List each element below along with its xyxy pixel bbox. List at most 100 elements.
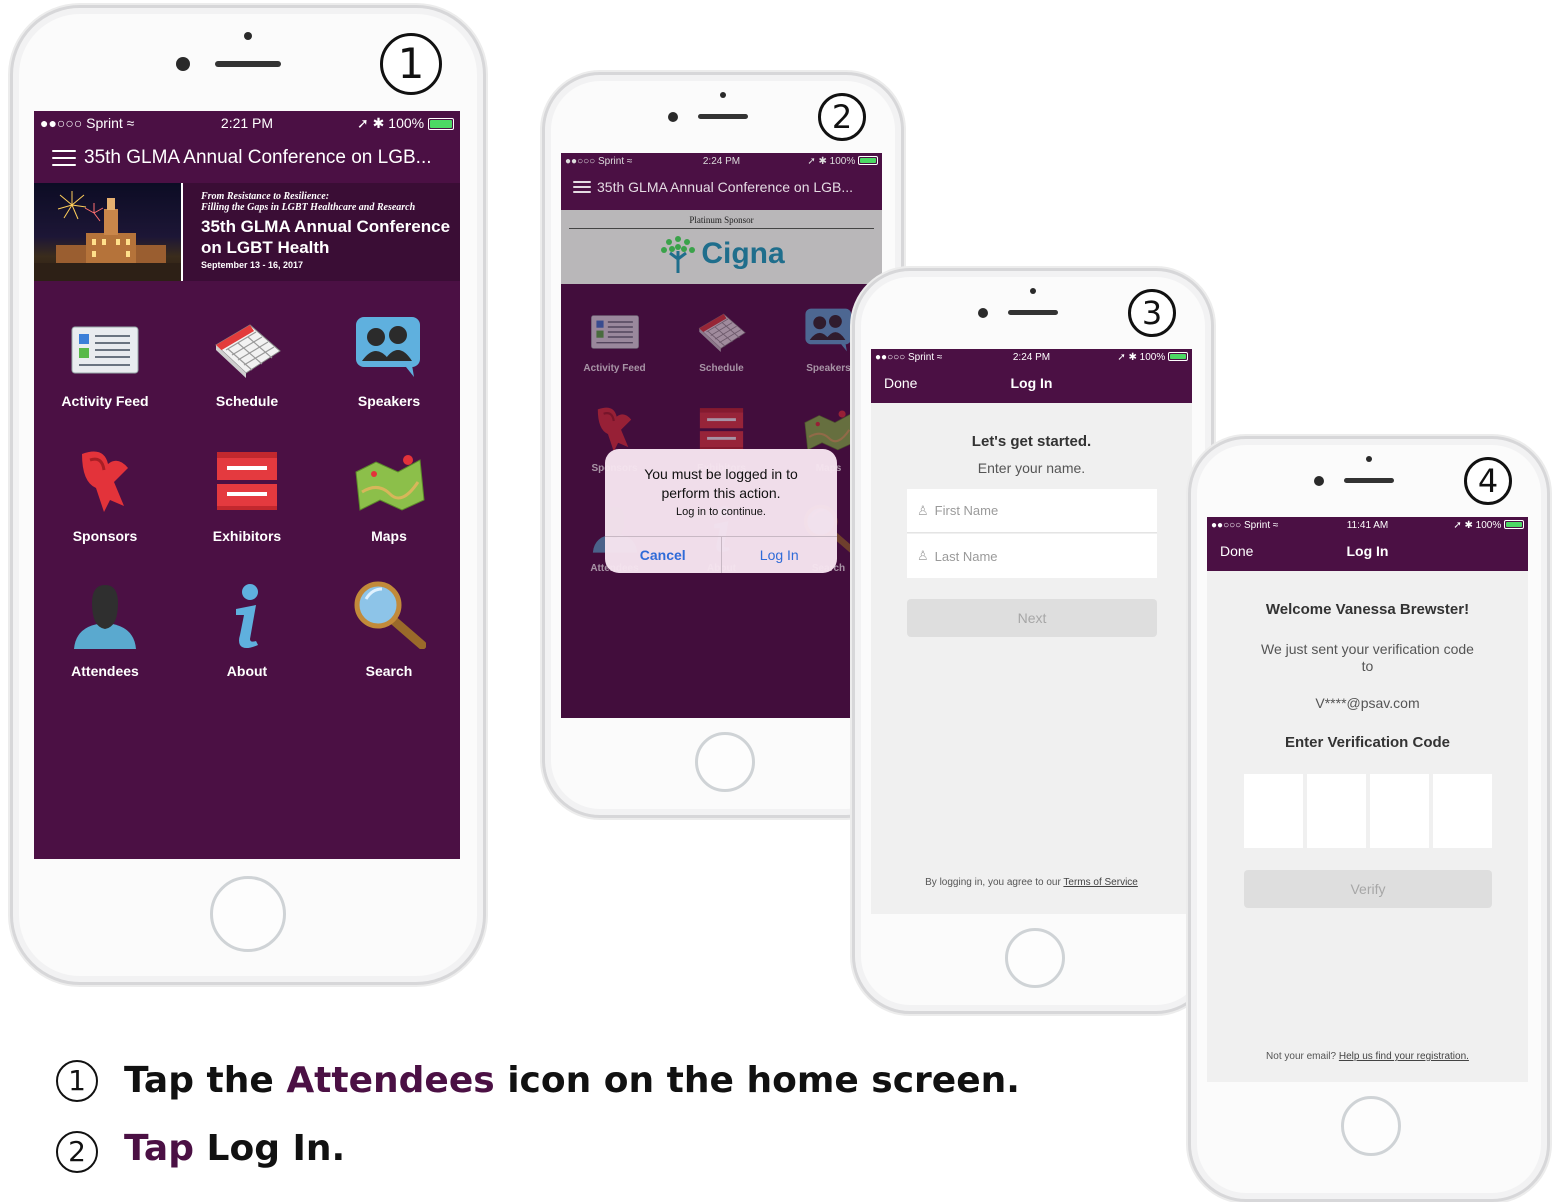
front-camera [1314,476,1324,486]
caption-number-2: 2 [56,1131,98,1173]
caption-2-post: Log In. [193,1128,346,1169]
login-button[interactable]: Log In [722,537,838,573]
alert-message: Log in to continue. [676,506,766,518]
independence-hall-image [34,183,183,281]
caption-1-highlight: Attendees [286,1060,495,1101]
status-bar: ●●○○○ Sprint ≈ 2:24 PM ➚ ✱ 100% [871,349,1192,365]
home-button[interactable] [1341,1096,1401,1156]
alert-buttons: Cancel Log In [605,536,837,573]
banner-tagline-2: Filling the Gaps in LGBT Healthcare and … [201,202,416,213]
terms-of-service-link[interactable]: Terms of Service [1063,877,1137,888]
front-camera [176,57,190,71]
welcome-heading: Welcome Vanessa Brewster! [1265,601,1470,618]
step-number-1: 1 [380,33,442,95]
tile-activity-feed[interactable]: Activity Feed [34,307,176,442]
help-text: Not your email? Help us find your regist… [1207,1051,1528,1062]
tile-label: Exhibitors [212,528,282,544]
banner-title-1: 35th GLMA Annual Conference [201,217,451,236]
login-title: Log In [1010,375,1053,391]
tile-speakers[interactable]: Speakers [318,307,460,442]
tile-about[interactable]: About [176,577,318,712]
tile-label: Sponsors [72,528,138,544]
nav-bar: 35th GLMA Annual Conference on LGB... [34,139,460,177]
tile-schedule[interactable]: Schedule [176,307,318,442]
banner-title-2: on LGBT Health [201,238,330,257]
battery-icon [428,117,454,130]
last-name-field[interactable]: ♙ Last Name [907,534,1157,578]
phone-2: 2 ●●○○○ Sprint ≈ 2:24 PM ➚ ✱ 100% 35th G… [542,72,904,818]
tile-label: Maps [371,528,407,544]
tree-icon [661,236,696,273]
code-digit-3[interactable] [1370,774,1429,848]
status-time: 11:41 AM [1346,519,1389,531]
earpiece-speaker [1008,310,1058,315]
login-title: Log In [1346,543,1389,559]
battery-icon [858,156,878,166]
status-bar: ●●○○○ Sprint ≈ 2:24 PM ➚ ✱ 100% [561,153,882,169]
sent-text-2: to [1361,658,1374,674]
battery-icon [1168,352,1188,362]
person-icon [70,577,140,649]
ribbon-icon [74,442,136,514]
home-button[interactable] [695,732,755,792]
step-number-2: 2 [818,93,866,141]
sensor-dot [720,92,726,98]
login-header: ●●○○○ Sprint ≈ 2:24 PM ➚ ✱ 100% Done Log… [871,349,1192,403]
first-name-field[interactable]: ♙ First Name [907,489,1157,533]
home-button[interactable] [1005,928,1065,988]
caption-2: Tap Log In. [124,1128,345,1169]
menu-icon[interactable] [52,149,76,167]
phone-4: 4 ●●○○○ Sprint ≈ 11:41 AM ➚ ✱ 100% Done … [1188,436,1550,1202]
status-time: 2:24 PM [1012,351,1051,363]
front-camera [978,308,988,318]
login-header: ●●○○○ Sprint ≈ 11:41 AM ➚ ✱ 100% Done Lo… [1207,517,1528,571]
earpiece-speaker [215,61,281,67]
sponsor-logo: Cigna [658,233,785,275]
status-time: 2:24 PM [702,155,741,167]
home-tiles: Activity Feed Schedule Speakers Sponsors Exh… [34,307,460,712]
home-button[interactable] [210,876,286,952]
login-screen: ●●○○○ Sprint ≈ 2:24 PM ➚ ✱ 100% Done Log… [871,349,1192,914]
tile-exhibitors[interactable]: Exhibitors [176,442,318,577]
verify-button[interactable]: Verify [1244,870,1492,908]
tile-label: Attendees [71,663,139,679]
code-digit-2[interactable] [1307,774,1366,848]
sent-text-1: We just sent your verification code [1261,641,1474,657]
sponsor-heading: Platinum Sponsor [569,210,874,229]
tile-maps[interactable]: Maps [318,442,460,577]
nav-title: 35th GLMA Annual Conference on LGB... [597,179,854,195]
masked-email: V****@psav.com [1315,695,1420,711]
speakers-icon [354,307,424,379]
help-registration-link[interactable]: Help us find your registration. [1339,1051,1469,1062]
earpiece-speaker [698,114,748,119]
banner-text: From Resistance to Resilience: Filling t… [183,183,450,281]
last-name-placeholder: Last Name [934,548,998,564]
home-screen-dimmed: ●●○○○ Sprint ≈ 2:24 PM ➚ ✱ 100% 35th GLM… [561,153,882,718]
sensor-dot [1366,456,1372,462]
person-icon: ♙ [917,502,929,518]
menu-icon[interactable] [573,180,591,194]
caption-number-1: 1 [56,1060,98,1102]
booth-icon [213,442,281,514]
front-camera [668,112,678,122]
tile-search[interactable]: Search [318,577,460,712]
home-screen: ●●○○○ Sprint ≈ 2:21 PM ➚ ✱ 100% 35th GLM… [34,111,460,859]
earpiece-speaker [1344,478,1394,483]
terms-prefix: By logging in, you agree to our [925,877,1064,888]
next-button[interactable]: Next [907,599,1157,637]
code-digit-4[interactable] [1433,774,1492,848]
sponsor-banner[interactable]: Platinum Sponsor Cigna [561,210,882,284]
conference-banner[interactable]: From Resistance to Resilience: Filling t… [34,183,460,281]
login-heading: Let's get started. [971,433,1092,450]
tile-sponsors[interactable]: Sponsors [34,442,176,577]
code-digit-1[interactable] [1244,774,1303,848]
person-icon: ♙ [917,548,929,563]
nav-bar: 35th GLMA Annual Conference on LGB... [561,173,882,201]
info-icon [222,577,272,649]
tile-attendees[interactable]: Attendees [34,577,176,712]
status-right: ➚ ✱ 100% [357,115,454,132]
phone-1: 1 ●●○○○ Sprint ≈ 2:21 PM ➚ ✱ 100% 35th G… [10,5,486,985]
location-bluetooth-icon: ➚ ✱ [357,114,385,131]
tile-label: Speakers [357,393,421,409]
cancel-button[interactable]: Cancel [605,537,722,573]
